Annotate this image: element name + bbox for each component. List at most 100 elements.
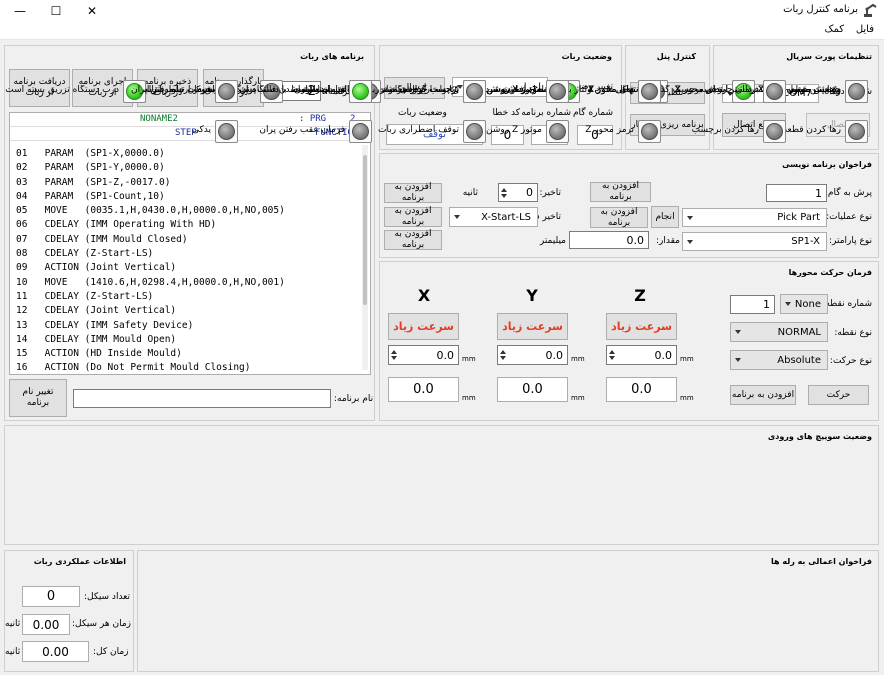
delay-input[interactable]: 0 [498, 183, 538, 202]
indicator-light-icon [215, 80, 238, 103]
code-line[interactable]: 15 ACTION (HD Inside Mould) [10, 347, 370, 361]
do-button[interactable]: انجام [651, 206, 679, 228]
op-type-select[interactable]: Pick Part [682, 208, 827, 227]
error-label: کد خطا [492, 108, 520, 118]
add-to-program-button-2[interactable]: افزودن به برنامه [590, 207, 648, 228]
add-to-program-button-4[interactable]: افزودن به برنامه [384, 206, 442, 227]
axis-x-label: X [417, 286, 431, 305]
indicator-light-icon [463, 80, 486, 103]
spin-arrows-icon[interactable] [499, 346, 507, 364]
code-line[interactable]: 05 MOVE (0035.1,H,0430.0,H,0000.0,H,NO,0… [10, 204, 370, 218]
code-line[interactable]: 11 CDELAY (Z-Start-LS) [10, 290, 370, 304]
point-type-select[interactable]: NORMAL [730, 322, 828, 342]
indicator-light-icon [763, 120, 786, 143]
axis-y-label: Y [526, 286, 538, 305]
spin-arrows-icon[interactable] [390, 346, 398, 364]
point-number-label: شماره نقطه: [822, 299, 872, 309]
code-line[interactable]: 04 PARAM (SP1-Count,10) [10, 190, 370, 204]
minimize-button[interactable]: — [0, 0, 40, 22]
code-line[interactable]: 10 MOVE (1410.6,H,0298.4,H,0000.0,H,NO,0… [10, 276, 370, 290]
indicator-light-icon [349, 120, 372, 143]
move-type-select[interactable]: Absolute [730, 350, 828, 370]
total-time-value: 0.00 [22, 641, 89, 662]
robot-status-title: وضعیت ربات [561, 52, 612, 61]
relay-label: موتور Z روشن [486, 125, 542, 135]
indicator-light-icon [763, 80, 786, 103]
amount-input[interactable]: 0.0 [569, 231, 649, 249]
cond-delay-value: X-Start-LS [481, 211, 531, 223]
input-label: درب دستگاه تزریق بسته است [5, 85, 119, 95]
total-time-label: زمان کل: [93, 647, 129, 657]
cycle-time-value: 0.00 [22, 614, 70, 635]
code-line[interactable]: 16 ACTION (Do Not Permit Mould Closing) [10, 361, 370, 374]
move-type-value: Absolute [777, 354, 821, 366]
relay-label: چرخش مفصل [786, 85, 841, 95]
code-line[interactable]: 01 PARAM (SP1-X,0000.0) [10, 147, 370, 161]
code-line[interactable]: 09 ACTION (Joint Vertical) [10, 261, 370, 275]
cycles-label: تعداد سیکل: [84, 592, 131, 602]
cycle-time-label: زمان هر سیکل: [72, 619, 132, 629]
indicator-light-icon [638, 80, 661, 103]
indicator-light-icon [215, 120, 238, 143]
axis-x-input-value: 0.0 [436, 348, 455, 362]
axis-z-label: Z [634, 286, 646, 305]
menu-help[interactable]: کمک [825, 24, 845, 35]
title-bar [0, 0, 884, 22]
jump-input[interactable]: 1 [766, 184, 827, 202]
scrollbar[interactable] [362, 145, 368, 370]
axis-y-input-value: 0.0 [545, 348, 564, 362]
op-type-value: Pick Part [777, 212, 820, 223]
axis-z-speed-button[interactable]: سرعت زیاد [606, 313, 677, 340]
code-line[interactable]: 07 CDELAY (IMM Mould Closed) [10, 233, 370, 247]
axis-y-pos-unit: mm [571, 394, 585, 402]
param-type-select[interactable]: SP1-X [682, 232, 827, 251]
point-number-input[interactable]: 1 [730, 295, 775, 314]
add-to-program-button-5[interactable]: افزودن به برنامه [384, 229, 442, 250]
axis-y-position: 0.0 [497, 377, 568, 402]
indicator-light-icon [349, 80, 372, 103]
program-name-input[interactable] [73, 389, 331, 408]
axis-x-input[interactable]: 0.0 [388, 345, 459, 365]
axis-z-input[interactable]: 0.0 [606, 345, 677, 365]
add-to-program-button-3[interactable]: افزودن به برنامه [384, 182, 442, 203]
led-off-icon [218, 123, 235, 140]
relay-label: رها کردن قطعه [782, 125, 841, 135]
led-off-icon [549, 83, 566, 100]
chevron-down-icon [687, 239, 693, 244]
led-off-icon [766, 83, 783, 100]
axis-x-speed-button[interactable]: سرعت زیاد [388, 313, 459, 340]
code-line[interactable]: 06 CDELAY (IMM Operating With HD) [10, 218, 370, 232]
axis-add-to-program-button[interactable]: افزودن به برنامه [730, 385, 796, 405]
code-line[interactable]: 13 CDELAY (IMM Safety Device) [10, 319, 370, 333]
relay-label: ربات در ارتباط با دستگاه تزریق [227, 85, 345, 95]
code-line[interactable]: 02 PARAM (SP1-Y,0000.0) [10, 161, 370, 175]
code-line[interactable]: 14 CDELAY (IMM Mould Open) [10, 333, 370, 347]
point-select[interactable]: None [780, 294, 828, 314]
menu-file[interactable]: فایل [856, 24, 874, 35]
cond-delay-select[interactable]: X-Start-LS [449, 207, 538, 227]
spin-arrows-icon[interactable] [608, 346, 616, 364]
axis-y-speed-button[interactable]: سرعت زیاد [497, 313, 568, 340]
led-off-icon [848, 123, 865, 140]
led-off-icon [218, 83, 235, 100]
program-listing[interactable]: NONAME2 : PRG 2 STEP FUNCTION 01 PARAM (… [9, 112, 371, 375]
code-line[interactable]: 03 PARAM (SP1-Z,-0017.0) [10, 176, 370, 190]
code-line[interactable]: 12 CDELAY (Joint Vertical) [10, 304, 370, 318]
robot-arm-icon [864, 3, 877, 17]
axis-z-pos-unit: mm [680, 394, 694, 402]
rename-program-button[interactable]: تغییر نام برنامه [9, 379, 67, 417]
axis-y-input[interactable]: 0.0 [497, 345, 568, 365]
add-to-program-button-1[interactable]: افزودن به برنامه [590, 181, 651, 202]
scrollbar-thumb[interactable] [363, 155, 367, 305]
amount-label: مقدار: [656, 236, 680, 246]
inputs-group [4, 425, 879, 545]
close-button[interactable]: ✕ [72, 0, 112, 22]
spin-arrows-icon[interactable] [500, 184, 508, 201]
axis-move-title: فرمان حرکت محورها [788, 268, 872, 277]
maximize-button[interactable]: ☐ [36, 0, 76, 22]
code-line[interactable]: 08 CDELAY (Z-Start-LS) [10, 247, 370, 261]
move-button[interactable]: حرکت [808, 385, 869, 405]
relays-group [137, 550, 879, 672]
relay-label: یدکی [614, 85, 634, 95]
jump-label: پرش به گام: [824, 188, 872, 198]
